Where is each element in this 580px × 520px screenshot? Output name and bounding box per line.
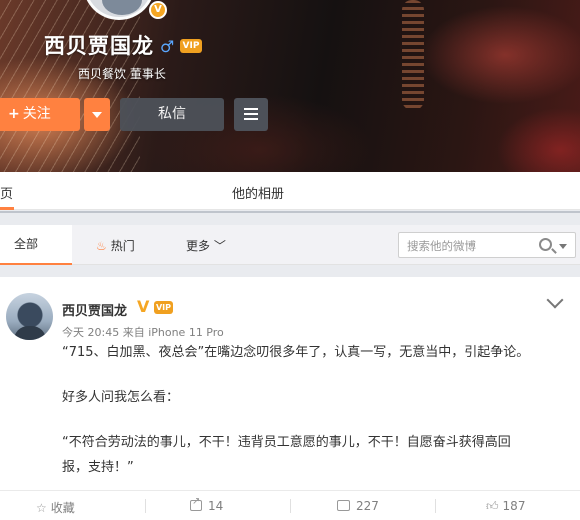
- weibo-post: 西贝贾国龙 V VIP 今天 20:45 来自 iPhone 11 Pro “7…: [0, 277, 580, 520]
- section-divider: [0, 211, 580, 225]
- message-button[interactable]: 私信: [120, 98, 224, 131]
- verified-v-icon: V: [137, 297, 150, 316]
- divider: [435, 499, 436, 513]
- favorite-label: 收藏: [50, 501, 75, 515]
- comment-count: 227: [356, 499, 379, 513]
- forward-count: 14: [208, 499, 224, 513]
- post-meta: 今天 20:45 来自 iPhone 11 Pro: [62, 326, 224, 339]
- filter-all-tab[interactable]: 全部: [0, 225, 72, 265]
- verified-badge-icon: V: [149, 1, 167, 19]
- filter-more-tab[interactable]: 更多 ﹀: [186, 237, 226, 254]
- post-author[interactable]: 西贝贾国龙: [62, 300, 127, 319]
- follow-button[interactable]: + 关注: [0, 98, 80, 131]
- divider: [145, 499, 146, 513]
- vip-level-icon[interactable]: VIP: [180, 39, 202, 53]
- like-count: 187: [502, 499, 526, 513]
- search-icon[interactable]: [539, 238, 552, 251]
- profile-name: 西贝贾国龙: [44, 34, 154, 58]
- favorite-button[interactable]: ☆ 收藏: [36, 499, 75, 516]
- feed-filter-bar: 全部 ♨ 热门 更多 ﹀: [0, 225, 580, 265]
- follow-dropdown-button[interactable]: [84, 98, 110, 131]
- tab-home[interactable]: 页: [0, 183, 13, 202]
- post-text-line: 好多人问我怎么看：: [62, 390, 180, 405]
- forward-icon: [190, 496, 202, 511]
- star-icon: ☆: [36, 501, 47, 515]
- more-menu-button[interactable]: [234, 98, 268, 131]
- post-action-bar: ☆收藏 14 227 👍︎187: [0, 490, 580, 520]
- filter-hot-tab[interactable]: ♨ 热门: [96, 237, 135, 254]
- like-button[interactable]: 👍︎ 187: [486, 499, 525, 514]
- plus-icon: +: [8, 106, 20, 122]
- post-text-line: “不符合劳动法的事儿，不干！违背员工意愿的事儿，不干！自愿奋斗获得高回: [62, 435, 511, 450]
- comment-icon: [337, 500, 350, 511]
- search-input[interactable]: [407, 237, 529, 254]
- post-text-line: 报，支持！”: [62, 460, 134, 475]
- thumbs-up-icon: 👍︎: [486, 499, 499, 513]
- search-dropdown-icon[interactable]: [559, 244, 567, 249]
- filter-hot-label: 热门: [110, 239, 135, 253]
- chevron-down-icon: ﹀: [210, 239, 226, 253]
- post-options-chevron-icon[interactable]: [546, 291, 564, 309]
- male-gender-icon: ♂: [160, 37, 175, 56]
- vip-icon[interactable]: VIP: [154, 301, 173, 314]
- forward-button[interactable]: 14: [190, 496, 224, 513]
- post-text-line: “715、白加黑、夜总会”在嘴边念叨很多年了，认真一写，无意当中，引起争论。: [62, 345, 530, 360]
- post-avatar[interactable]: [6, 293, 53, 340]
- fire-icon: ♨: [96, 239, 107, 253]
- tab-album[interactable]: 他的相册: [232, 183, 284, 202]
- cover-guitar-strings: [0, 0, 140, 172]
- cover-bead-chain: [402, 0, 424, 110]
- profile-cover: V 西贝贾国龙 ♂ VIP 西贝餐饮 董事长 + 关注 私信: [0, 0, 580, 172]
- comment-button[interactable]: 227: [337, 499, 379, 513]
- filter-more-label: 更多: [186, 239, 211, 253]
- profile-tabs: 页 他的相册: [0, 172, 580, 210]
- follow-label: 关注: [22, 106, 51, 122]
- search-box: [398, 232, 576, 258]
- profile-title: 西贝餐饮 董事长: [78, 67, 166, 81]
- active-tab-indicator: [0, 207, 14, 210]
- hamburger-icon: [244, 108, 258, 110]
- divider: [290, 499, 291, 513]
